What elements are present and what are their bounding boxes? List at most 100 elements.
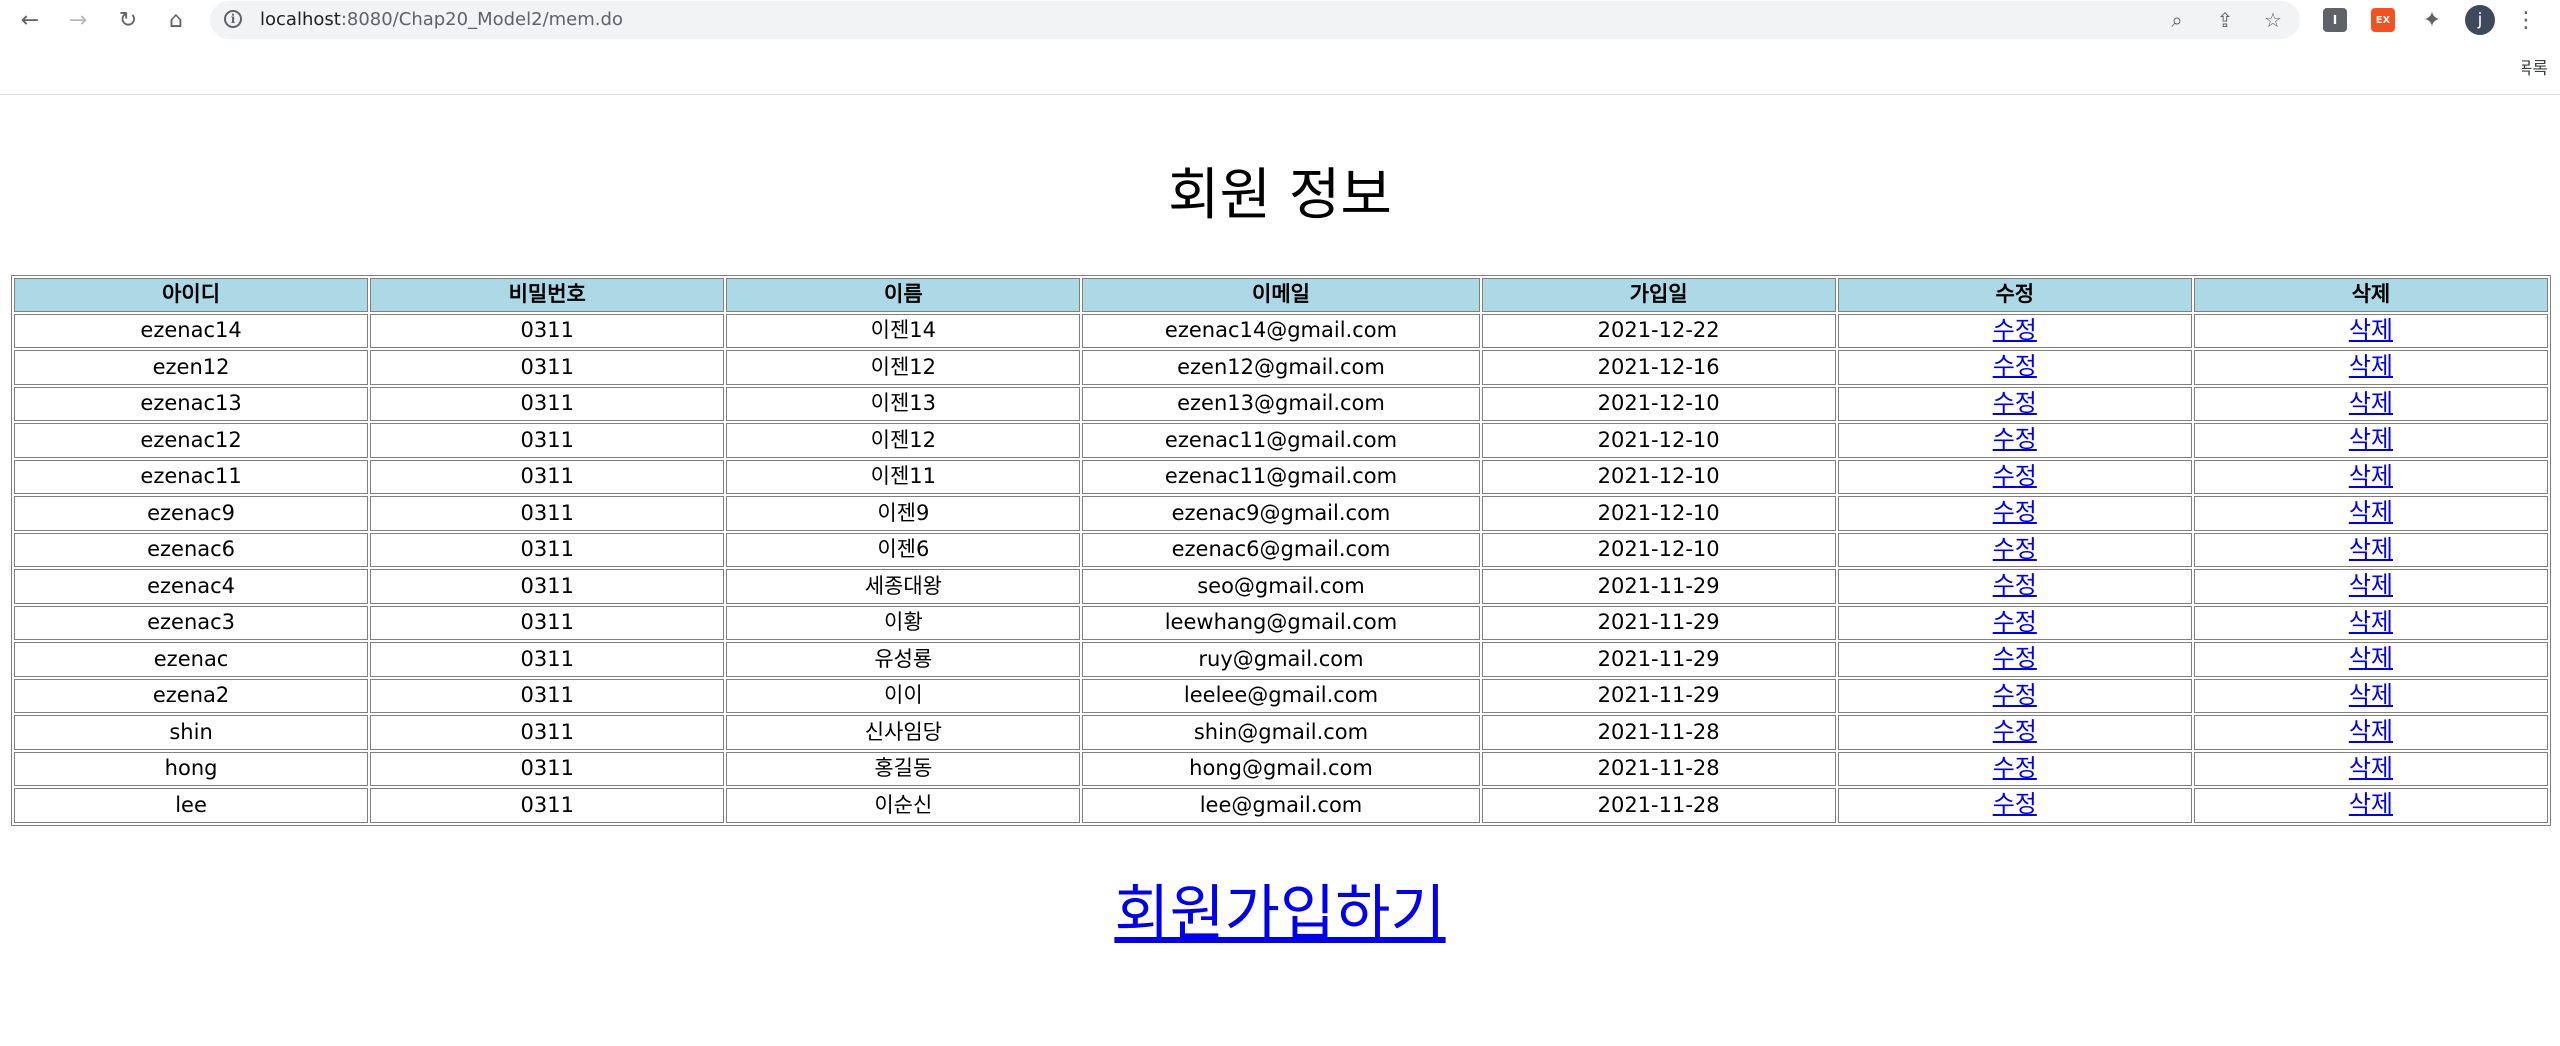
cell-name: 이젠6 xyxy=(726,532,1081,567)
cell-email: lee@gmail.com xyxy=(1082,788,1480,823)
edit-link[interactable]: 수정 xyxy=(1993,425,2037,453)
delete-link[interactable]: 삭제 xyxy=(2349,681,2393,709)
extensions-puzzle-icon[interactable]: ✦ xyxy=(2416,4,2448,36)
edit-link[interactable]: 수정 xyxy=(1993,462,2037,490)
cell-email: ezen13@gmail.com xyxy=(1082,386,1480,421)
table-row: shin 0311 신사임당 shin@gmail.com 2021-11-28 수정 삭제 xyxy=(14,715,2548,750)
url-text[interactable]: localhost:8080/Chap20_Model2/mem.do xyxy=(260,9,623,30)
back-icon[interactable]: ← xyxy=(14,4,46,36)
col-header-delete: 삭제 xyxy=(2193,278,2548,312)
join-member-link[interactable]: 회원가입하기 xyxy=(1114,879,1445,949)
cell-password: 0311 xyxy=(370,532,725,567)
cell-email: ezenac6@gmail.com xyxy=(1082,532,1480,567)
edit-link[interactable]: 수정 xyxy=(1993,790,2037,818)
cell-join-date: 2021-12-22 xyxy=(1481,313,1836,348)
browser-menu-icon[interactable]: ⋮ xyxy=(2510,4,2542,36)
extension-ex-icon[interactable]: EX xyxy=(2371,8,2395,32)
delete-link[interactable]: 삭제 xyxy=(2349,462,2393,490)
delete-link[interactable]: 삭제 xyxy=(2349,352,2393,380)
cell-password: 0311 xyxy=(370,313,725,348)
cell-name: 신사임당 xyxy=(726,715,1081,750)
reload-icon[interactable]: ↻ xyxy=(112,4,144,36)
bookmark-star-icon[interactable]: ☆ xyxy=(2258,5,2288,35)
edit-link[interactable]: 수정 xyxy=(1993,754,2037,782)
edit-cell: 수정 xyxy=(1837,350,2192,385)
edit-cell: 수정 xyxy=(1837,605,2192,640)
edit-link[interactable]: 수정 xyxy=(1993,352,2037,380)
cell-name: 이황 xyxy=(726,605,1081,640)
delete-link[interactable]: 삭제 xyxy=(2349,571,2393,599)
delete-cell: 삭제 xyxy=(2193,423,2548,458)
cell-join-date: 2021-12-10 xyxy=(1481,423,1836,458)
cell-email: shin@gmail.com xyxy=(1082,715,1480,750)
table-row: ezena2 0311 이이 leelee@gmail.com 2021-11-29 수정… xyxy=(14,678,2548,713)
edit-cell: 수정 xyxy=(1837,386,2192,421)
col-header-edit: 수정 xyxy=(1837,278,2192,312)
delete-link[interactable]: 삭제 xyxy=(2349,316,2393,344)
edit-link[interactable]: 수정 xyxy=(1993,644,2037,672)
delete-cell: 삭제 xyxy=(2193,313,2548,348)
edit-cell: 수정 xyxy=(1837,788,2192,823)
address-bar[interactable]: i localhost:8080/Chap20_Model2/mem.do ⌕ … xyxy=(210,1,2300,39)
cell-email: seo@gmail.com xyxy=(1082,569,1480,604)
delete-cell: 삭제 xyxy=(2193,605,2548,640)
edit-link[interactable]: 수정 xyxy=(1993,389,2037,417)
delete-cell: 삭제 xyxy=(2193,788,2548,823)
edit-link[interactable]: 수정 xyxy=(1993,681,2037,709)
edit-cell: 수정 xyxy=(1837,751,2192,786)
cell-password: 0311 xyxy=(370,642,725,677)
cell-join-date: 2021-12-10 xyxy=(1481,496,1836,531)
col-header-email: 이메일 xyxy=(1082,278,1480,312)
cell-id: lee xyxy=(14,788,369,823)
edit-cell: 수정 xyxy=(1837,569,2192,604)
browser-toolbar: ← → ↻ ⌂ i localhost:8080/Chap20_Model2/m… xyxy=(0,0,2560,40)
zoom-icon[interactable]: ⌕ xyxy=(2162,5,2192,35)
cell-id: ezenac9 xyxy=(14,496,369,531)
delete-link[interactable]: 삭제 xyxy=(2349,425,2393,453)
delete-link[interactable]: 삭제 xyxy=(2349,535,2393,563)
edit-link[interactable]: 수정 xyxy=(1993,608,2037,636)
join-link-container: 회원가입하기 xyxy=(0,865,2560,952)
edit-cell: 수정 xyxy=(1837,313,2192,348)
edit-link[interactable]: 수정 xyxy=(1993,535,2037,563)
cell-name: 홍길동 xyxy=(726,751,1081,786)
cell-join-date: 2021-12-10 xyxy=(1481,459,1836,494)
cell-id: ezenac13 xyxy=(14,386,369,421)
edit-link[interactable]: 수정 xyxy=(1993,717,2037,745)
member-table: 아이디 비밀번호 이름 이메일 가입일 수정 삭제 ezenac14 0311 이젠… xyxy=(11,275,2551,826)
delete-link[interactable]: 삭제 xyxy=(2349,754,2393,782)
cell-join-date: 2021-12-10 xyxy=(1481,532,1836,567)
home-icon[interactable]: ⌂ xyxy=(160,4,192,36)
cell-name: 이젠11 xyxy=(726,459,1081,494)
edit-link[interactable]: 수정 xyxy=(1993,571,2037,599)
delete-link[interactable]: 삭제 xyxy=(2349,717,2393,745)
delete-link[interactable]: 삭제 xyxy=(2349,498,2393,526)
cell-join-date: 2021-12-10 xyxy=(1481,386,1836,421)
share-icon[interactable]: ⇪ xyxy=(2210,5,2240,35)
bookmark-list-button[interactable]: 북마크 목록 xyxy=(2522,54,2548,79)
cell-id: ezenac11 xyxy=(14,459,369,494)
cell-id: ezenac xyxy=(14,642,369,677)
delete-cell: 삭제 xyxy=(2193,496,2548,531)
cell-password: 0311 xyxy=(370,569,725,604)
edit-link[interactable]: 수정 xyxy=(1993,498,2037,526)
extension-i-icon[interactable]: I xyxy=(2323,8,2347,32)
cell-join-date: 2021-11-29 xyxy=(1481,569,1836,604)
site-info-icon[interactable]: i xyxy=(224,10,242,28)
delete-link[interactable]: 삭제 xyxy=(2349,644,2393,672)
cell-name: 이젠9 xyxy=(726,496,1081,531)
profile-avatar[interactable]: j xyxy=(2465,5,2495,35)
forward-icon[interactable]: → xyxy=(62,4,94,36)
delete-link[interactable]: 삭제 xyxy=(2349,389,2393,417)
delete-cell: 삭제 xyxy=(2193,715,2548,750)
cell-id: hong xyxy=(14,751,369,786)
edit-link[interactable]: 수정 xyxy=(1993,316,2037,344)
delete-link[interactable]: 삭제 xyxy=(2349,608,2393,636)
cell-email: ezenac9@gmail.com xyxy=(1082,496,1480,531)
table-header-row: 아이디 비밀번호 이름 이메일 가입일 수정 삭제 xyxy=(14,278,2548,312)
delete-link[interactable]: 삭제 xyxy=(2349,790,2393,818)
cell-email: ezenac11@gmail.com xyxy=(1082,459,1480,494)
table-row: ezenac3 0311 이황 leewhang@gmail.com 2021-11-2… xyxy=(14,605,2548,640)
cell-name: 이젠14 xyxy=(726,313,1081,348)
table-row: lee 0311 이순신 lee@gmail.com 2021-11-28 수정 삭제 xyxy=(14,788,2548,823)
